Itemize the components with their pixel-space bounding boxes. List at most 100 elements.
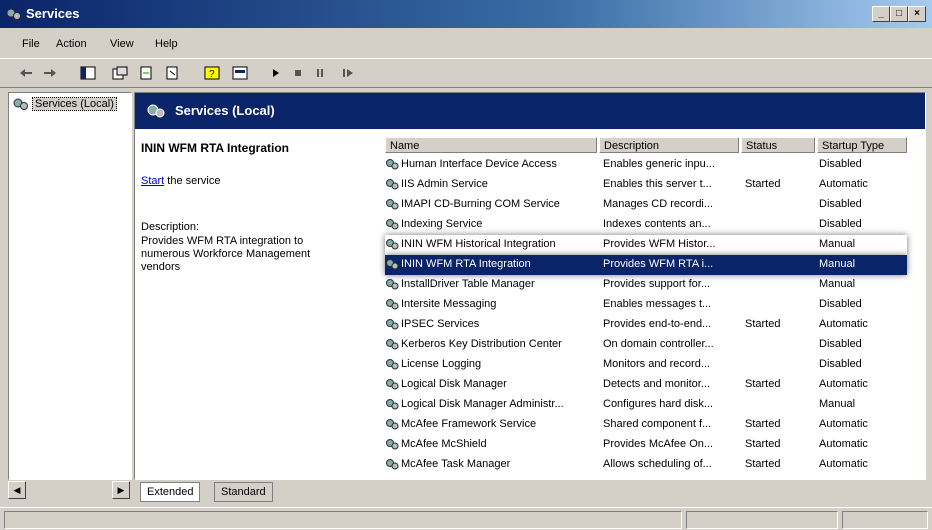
back-arrow-icon[interactable] xyxy=(16,63,36,83)
column-header-description[interactable]: Description xyxy=(599,137,739,153)
pause-icon[interactable] xyxy=(310,63,330,83)
service-name-cell: License Logging xyxy=(385,358,597,370)
table-row[interactable]: Intersite Messaging Enables messages t...… xyxy=(385,295,907,315)
forward-arrow-icon[interactable] xyxy=(40,63,60,83)
services-gears-icon xyxy=(6,8,21,20)
service-name-cell: McAfee Task Manager xyxy=(385,458,597,470)
table-row[interactable]: IMAPI CD-Burning COM Service Manages CD r… xyxy=(385,195,907,215)
service-name: Human Interface Device Access xyxy=(401,158,557,170)
service-description: Shared component f... xyxy=(603,418,712,430)
scroll-left-button[interactable]: ◀ xyxy=(8,481,26,499)
table-row[interactable]: IPSEC Services Provides end-to-end... Star… xyxy=(385,315,907,335)
table-row[interactable]: Logical Disk Manager Administr... Configu… xyxy=(385,395,907,415)
service-gear-icon xyxy=(386,299,399,310)
stop-icon[interactable] xyxy=(288,63,308,83)
close-button[interactable]: × xyxy=(908,6,926,22)
tree-item-services-local[interactable]: Services (Local) xyxy=(13,97,117,111)
column-header-label: Name xyxy=(390,140,420,152)
view-tabs: Extended Standard xyxy=(134,482,924,502)
service-name-cell: Kerberos Key Distribution Center xyxy=(385,338,597,350)
service-description: Indexes contents an... xyxy=(603,218,711,230)
refresh-icon[interactable] xyxy=(136,63,156,83)
service-description: On domain controller... xyxy=(603,338,714,350)
services-gears-icon xyxy=(13,98,28,110)
service-name-cell: ININ WFM RTA Integration xyxy=(385,258,597,270)
play-icon[interactable] xyxy=(266,63,286,83)
service-name: Indexing Service xyxy=(401,218,483,230)
maximize-button[interactable]: □ xyxy=(890,6,908,22)
service-description: Detects and monitor... xyxy=(603,378,710,390)
minimize-button[interactable]: _ xyxy=(872,6,890,22)
service-startup-type: Automatic xyxy=(819,178,868,190)
table-row[interactable]: Kerberos Key Distribution Center On domai… xyxy=(385,335,907,355)
table-row[interactable]: Human Interface Device Access Enables gen… xyxy=(385,155,907,175)
menu-help[interactable]: Help xyxy=(155,38,178,50)
service-startup-type: Automatic xyxy=(819,458,868,470)
pane-title: Services (Local) xyxy=(175,103,275,118)
service-name-cell: McAfee Framework Service xyxy=(385,418,597,430)
export-list-icon[interactable] xyxy=(162,63,182,83)
svg-text:?: ? xyxy=(209,69,215,80)
column-header-label: Description xyxy=(604,140,660,152)
service-name: Intersite Messaging xyxy=(401,298,497,310)
console-tree-icon[interactable] xyxy=(78,63,98,83)
table-row[interactable]: License Logging Monitors and record... Dis… xyxy=(385,355,907,375)
service-description: Manages CD recordi... xyxy=(603,198,714,210)
tab-standard[interactable]: Standard xyxy=(214,482,273,502)
service-gear-icon xyxy=(386,379,399,390)
menu-action[interactable]: Action xyxy=(56,38,87,50)
status-segment xyxy=(4,511,682,529)
table-row[interactable]: Logical Disk Manager Detects and monitor.… xyxy=(385,375,907,395)
service-description: Provides support for... xyxy=(603,278,710,290)
service-gear-icon xyxy=(386,219,399,230)
tree-horizontal-scrollbar[interactable]: ◀ ▶ xyxy=(8,481,130,499)
table-row[interactable]: IIS Admin Service Enables this server t..… xyxy=(385,175,907,195)
service-name: IPSEC Services xyxy=(401,318,480,330)
menu-file[interactable]: File xyxy=(22,38,40,50)
service-name-cell: Logical Disk Manager Administr... xyxy=(385,398,597,410)
table-row[interactable]: ININ WFM RTA Integration Provides WFM RTA… xyxy=(385,255,907,275)
service-name-cell: IPSEC Services xyxy=(385,318,597,330)
service-startup-type: Disabled xyxy=(819,358,862,370)
table-row[interactable]: McAfee Task Manager Allows scheduling of.… xyxy=(385,455,907,475)
pane-header: Services (Local) xyxy=(135,93,925,129)
service-name-cell: IIS Admin Service xyxy=(385,178,597,190)
table-row[interactable]: McAfee McShield Provides McAfee On... Star… xyxy=(385,435,907,455)
start-service-link[interactable]: Start xyxy=(141,175,164,187)
properties-icon[interactable] xyxy=(110,63,130,83)
help-icon[interactable]: ? xyxy=(202,63,222,83)
service-name: Logical Disk Manager Administr... xyxy=(401,398,564,410)
column-header-startup-type[interactable]: Startup Type xyxy=(817,137,907,153)
table-row[interactable]: ININ WFM Historical Integration Provides … xyxy=(385,235,907,255)
service-gear-icon xyxy=(386,399,399,410)
column-header-name[interactable]: Name xyxy=(385,137,597,153)
service-startup-type: Automatic xyxy=(819,378,868,390)
column-header-status[interactable]: Status xyxy=(741,137,815,153)
table-row[interactable]: Indexing Service Indexes contents an... Di… xyxy=(385,215,907,235)
service-name-cell: InstallDriver Table Manager xyxy=(385,278,597,290)
restart-icon[interactable] xyxy=(338,63,358,83)
service-gear-icon xyxy=(386,319,399,330)
table-row[interactable]: InstallDriver Table Manager Provides supp… xyxy=(385,275,907,295)
start-service-suffix: the service xyxy=(164,175,221,187)
service-name: IIS Admin Service xyxy=(401,178,488,190)
service-name-cell: Human Interface Device Access xyxy=(385,158,597,170)
service-startup-type: Disabled xyxy=(819,198,862,210)
service-gear-icon xyxy=(386,179,399,190)
service-description: Provides end-to-end... xyxy=(603,318,712,330)
service-name-cell: IMAPI CD-Burning COM Service xyxy=(385,198,597,210)
menu-bar: File Action View Help xyxy=(0,34,932,56)
service-gear-icon xyxy=(386,359,399,370)
service-description: Configures hard disk... xyxy=(603,398,714,410)
services-pane: Services (Local) ININ WFM RTA Integratio… xyxy=(134,92,926,480)
service-name: IMAPI CD-Burning COM Service xyxy=(401,198,560,210)
view-icon[interactable] xyxy=(230,63,250,83)
menu-view[interactable]: View xyxy=(110,38,134,50)
table-row[interactable]: McAfee Framework Service Shared component… xyxy=(385,415,907,435)
tab-extended[interactable]: Extended xyxy=(140,482,201,502)
tree-item-label: Services (Local) xyxy=(32,97,117,111)
service-name: ININ WFM Historical Integration xyxy=(401,238,556,250)
service-startup-type: Manual xyxy=(819,238,856,250)
scroll-right-button[interactable]: ▶ xyxy=(112,481,130,499)
service-startup-type: Manual xyxy=(819,398,856,410)
